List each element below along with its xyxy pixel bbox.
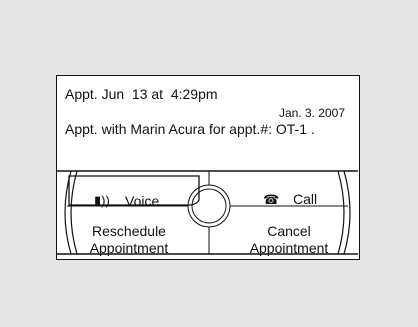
appointment-message: Appt. with Marin Acura for appt.#: OT-1 … (65, 121, 315, 137)
appointment-time: Appt. Jun 13 at 4:29pm (65, 86, 218, 102)
phone-icon: ☎ (263, 192, 280, 207)
call-label: Call (293, 191, 318, 207)
voice-label: Voice (125, 193, 160, 209)
call-button[interactable] (227, 174, 347, 206)
speaker-icon: ▮)) (94, 193, 110, 208)
reschedule-appointment-label: Reschedule Appointment (89, 223, 169, 256)
reminder-controls: ▮)) Voice ☎ Call Reschedule Appointment … (57, 170, 358, 258)
cancel-appointment-label: Cancel Appointment (249, 223, 329, 256)
current-date: Jan. 3. 2007 (278, 106, 345, 120)
appointment-reminder-screen: Appt. Jun 13 at 4:29pm Jan. 3. 2007 Appt… (56, 75, 360, 260)
